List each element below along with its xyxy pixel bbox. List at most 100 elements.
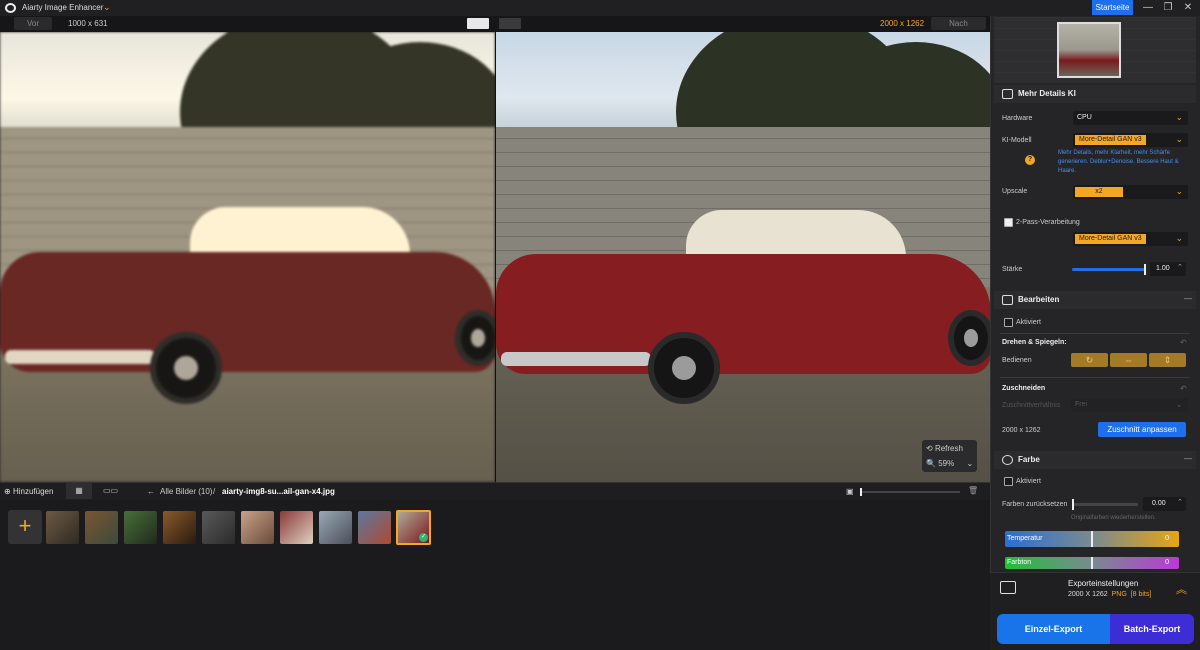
- back-arrow-icon[interactable]: ←: [147, 487, 155, 496]
- two-pass-checkbox[interactable]: [1004, 218, 1013, 227]
- trash-icon[interactable]: 🗑: [968, 486, 978, 495]
- reset-colors-thumb[interactable]: [1072, 499, 1074, 510]
- two-pass-label: 2-Pass-Verarbeitung: [1016, 219, 1080, 226]
- grid-view-icon[interactable]: ▦: [66, 483, 92, 499]
- add-image-tile[interactable]: +: [8, 510, 42, 544]
- flip-horizontal-icon: ⇔: [1124, 355, 1133, 365]
- app-menu-chevron-icon[interactable]: ⌄: [103, 2, 111, 13]
- plus-circle-icon: ⊕: [4, 487, 13, 496]
- reset-crop-icon[interactable]: ↶: [1180, 384, 1187, 393]
- minimize-icon[interactable]: —: [1138, 1, 1158, 15]
- home-button[interactable]: Startseite: [1092, 0, 1133, 15]
- thumbnail-item[interactable]: [124, 511, 157, 544]
- compare-info-bar: Vor 1000 x 631 2000 x 1262 Nach: [0, 16, 990, 32]
- thumbnail-item[interactable]: [358, 511, 391, 544]
- collapse-icon[interactable]: —: [1184, 294, 1192, 303]
- edit-enabled-label: Aktiviert: [1016, 319, 1041, 326]
- hue-thumb[interactable]: [1091, 557, 1093, 569]
- title-bar: Aiarty Image Enhancer ⌄ Startseite — ❐ ✕: [0, 0, 1200, 16]
- temperature-thumb[interactable]: [1091, 531, 1093, 547]
- crop-title: Zuschneiden: [1002, 385, 1046, 392]
- stepper-icon: ⌃: [1177, 499, 1183, 506]
- reset-colors-slider[interactable]: [1072, 499, 1138, 510]
- divider: [1000, 333, 1190, 334]
- help-icon[interactable]: ?: [1025, 155, 1035, 165]
- rotate-button[interactable]: ↻: [1071, 353, 1108, 367]
- bottom-toolbar: ⊕ Hinzufügen ▦ ▭▭ ← Alle Bilder (10) / a…: [0, 482, 990, 500]
- after-size: 2000 x 1262: [880, 19, 925, 28]
- refresh-button[interactable]: ⟲ Refresh: [926, 442, 963, 456]
- color-section-header[interactable]: Farbe —: [994, 451, 1196, 469]
- chevron-down-icon: ⌄: [1175, 112, 1183, 122]
- rotate-label: Bedienen: [1002, 357, 1032, 364]
- close-icon[interactable]: ✕: [1178, 1, 1198, 15]
- app-title: Aiarty Image Enhancer: [22, 3, 104, 12]
- color-enabled-label: Aktiviert: [1016, 478, 1041, 485]
- two-pass-model-select[interactable]: More-Detail GAN v3 ⌄: [1073, 232, 1188, 246]
- breadcrumb-current-file: aiarty-img8-su...ail-gan-x4.jpg: [222, 487, 335, 496]
- before-image: [0, 32, 495, 482]
- edit-section-header[interactable]: Bearbeiten —: [994, 291, 1196, 309]
- enhance-icon: [1002, 89, 1013, 99]
- thumbnail-item[interactable]: [46, 511, 79, 544]
- thumbnail-item-selected[interactable]: ✓: [396, 510, 431, 545]
- temperature-slider[interactable]: Temperatur 0: [1005, 531, 1179, 547]
- navigator-thumbnail[interactable]: [1057, 22, 1121, 78]
- color-enabled-checkbox[interactable]: [1004, 477, 1013, 486]
- export-settings-title[interactable]: Exporteinstellungen: [1068, 579, 1138, 588]
- expand-up-icon[interactable]: ︽: [1176, 581, 1187, 597]
- strength-label: Stärke: [1002, 266, 1023, 273]
- add-images-button[interactable]: ⊕ Hinzufügen: [4, 487, 53, 496]
- thumbnail-item[interactable]: [163, 511, 196, 544]
- ai-details-section-header[interactable]: Mehr Details KI: [994, 85, 1196, 103]
- adjust-crop-button[interactable]: Zuschnitt anpassen: [1098, 422, 1186, 437]
- before-label: Vor: [14, 17, 52, 30]
- single-export-button[interactable]: Einzel-Export: [997, 614, 1110, 644]
- hardware-select[interactable]: CPU ⌄: [1073, 111, 1188, 125]
- chevron-down-icon: ⌄: [1175, 134, 1183, 144]
- batch-export-button[interactable]: Batch-Export: [1110, 614, 1194, 644]
- breadcrumb-all-images[interactable]: Alle Bilder (10): [160, 487, 212, 496]
- zoom-select[interactable]: 🔍 59% ⌄: [926, 457, 973, 471]
- maximize-icon[interactable]: ❐: [1158, 1, 1178, 15]
- thumbnail-item[interactable]: [241, 511, 274, 544]
- collapse-icon[interactable]: —: [1184, 454, 1192, 463]
- flip-vertical-button[interactable]: ⇕: [1149, 353, 1186, 367]
- ai-model-label: KI-Modell: [1002, 137, 1032, 144]
- hue-slider[interactable]: Farbton 0: [1005, 557, 1179, 569]
- flip-horizontal-button[interactable]: ⇔: [1110, 353, 1147, 367]
- refresh-zoom-box: ⟲ Refresh 🔍 59% ⌄: [922, 440, 977, 472]
- upscale-label: Upscale: [1002, 188, 1028, 195]
- before-size: 1000 x 631: [68, 19, 108, 28]
- processed-check-icon: ✓: [419, 533, 428, 542]
- export-settings-icon[interactable]: [1000, 581, 1016, 594]
- strength-slider[interactable]: [1072, 264, 1146, 275]
- strength-input[interactable]: 1.00 ⌃: [1150, 262, 1186, 276]
- breadcrumb-separator: /: [213, 487, 216, 496]
- after-label: Nach: [931, 17, 986, 30]
- thumbnail-item[interactable]: [202, 511, 235, 544]
- thumbnail-item[interactable]: [280, 511, 313, 544]
- app-logo-icon: [5, 3, 16, 13]
- zoom-chevron-icon: ⌄: [966, 459, 974, 468]
- thumbnail-item[interactable]: [319, 511, 352, 544]
- reset-rotate-icon[interactable]: ↶: [1180, 338, 1187, 347]
- chevron-down-icon: ⌄: [1175, 399, 1183, 409]
- crop-ratio-label: Zuschnittverhältnis: [1002, 402, 1061, 409]
- thumbnail-size-slider[interactable]: [860, 488, 960, 496]
- side-by-side-view-icon[interactable]: [467, 18, 489, 29]
- crop-ratio-select[interactable]: Frei ⌄: [1071, 398, 1188, 412]
- split-view-icon[interactable]: [499, 18, 521, 29]
- strip-view-icon[interactable]: ▭▭: [103, 486, 118, 495]
- strength-slider-thumb[interactable]: [1144, 264, 1146, 275]
- ai-model-select[interactable]: More-Detail GAN v3 ⌄: [1073, 133, 1188, 147]
- reset-colors-input[interactable]: 0.00 ⌃: [1143, 497, 1186, 511]
- thumbnail-item[interactable]: [85, 511, 118, 544]
- preview-navigator[interactable]: [994, 17, 1196, 83]
- image-viewer[interactable]: ⟲ Refresh 🔍 59% ⌄: [0, 32, 990, 482]
- edit-enabled-checkbox[interactable]: [1004, 318, 1013, 327]
- after-image: [495, 32, 990, 482]
- edit-icon: [1002, 295, 1013, 305]
- upscale-select[interactable]: x2 ⌄: [1073, 185, 1188, 199]
- flip-vertical-icon: ⇕: [1163, 355, 1172, 365]
